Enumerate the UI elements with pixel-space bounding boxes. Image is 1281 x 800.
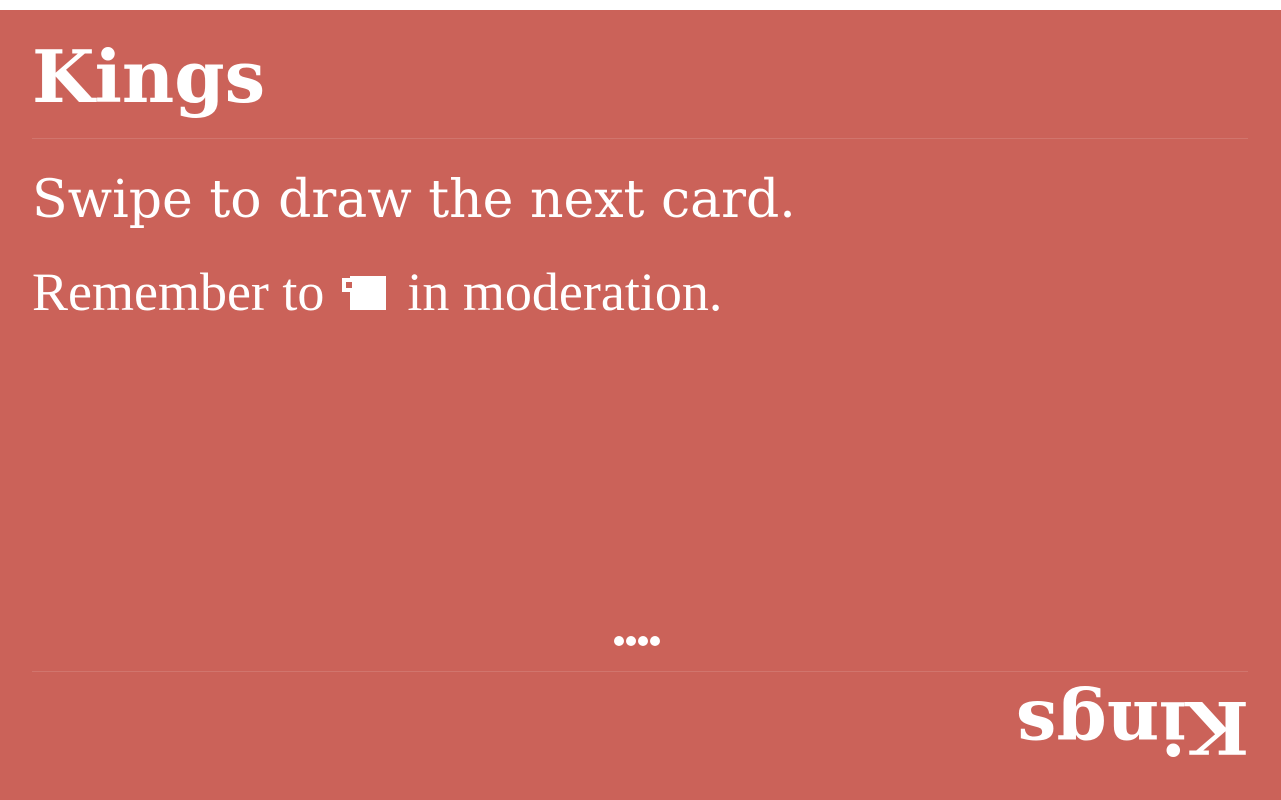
reminder-prefix: Remember to: [32, 262, 325, 322]
bottom-divider: [32, 671, 1248, 672]
card-title: Kings: [32, 34, 266, 119]
page-dot: [650, 636, 660, 646]
page-indicator: [614, 634, 664, 648]
page-dot: [626, 636, 636, 646]
card-title-flipped: Kings: [1015, 685, 1249, 770]
card[interactable]: Kings Swipe to draw the next card. Remem…: [0, 10, 1281, 800]
drink-cup-icon: [341, 276, 386, 310]
top-divider: [32, 138, 1248, 139]
page-dot: [614, 636, 624, 646]
reminder-text: Remember to in moderation.: [32, 256, 722, 328]
page-dot: [638, 636, 648, 646]
reminder-suffix: in moderation.: [407, 262, 723, 322]
instruction-text: Swipe to draw the next card.: [32, 170, 796, 230]
